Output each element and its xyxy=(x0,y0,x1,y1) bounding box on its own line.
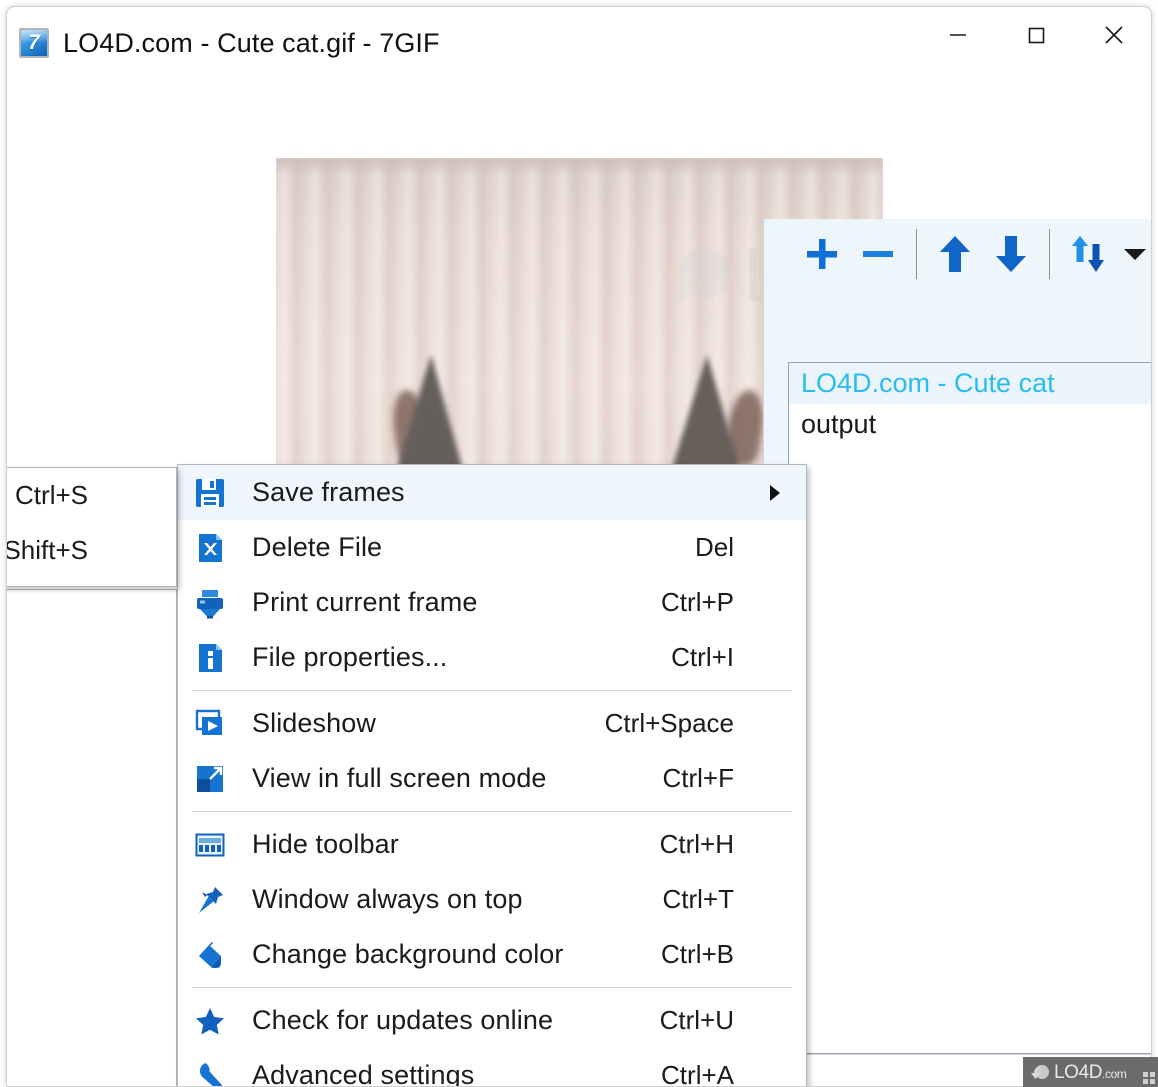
frames-toolbar xyxy=(764,219,1151,289)
menu-item-accel: Ctrl+U xyxy=(659,1005,734,1035)
list-item-label: output xyxy=(801,409,877,439)
menu-item-accel: Del xyxy=(694,532,734,562)
minimize-icon xyxy=(950,34,966,36)
badge-dots xyxy=(1143,1072,1155,1084)
app-7gif-icon: 7 xyxy=(19,28,49,58)
submenu-item-accel: Shift+S xyxy=(7,535,88,565)
menu-item-accel: Ctrl+T xyxy=(662,884,735,914)
menu-item-save-frames[interactable]: Save frames xyxy=(178,465,806,520)
menu-item-slideshow[interactable]: Slideshow Ctrl+Space xyxy=(178,696,806,751)
save-frames-submenu[interactable]: Ctrl+S Shift+S xyxy=(7,467,177,587)
photo-top-shade xyxy=(276,158,883,174)
toolbar-separator xyxy=(915,229,917,279)
window-title: LO4D.com - Cute cat.gif - 7GIF xyxy=(63,27,440,58)
file-info-icon xyxy=(178,630,234,685)
close-button[interactable] xyxy=(1075,7,1151,63)
sort-updown-icon xyxy=(1071,236,1104,272)
move-down-button[interactable] xyxy=(983,226,1039,282)
plus-icon xyxy=(806,239,837,269)
app-root: 7 LO4D.com - Cute cat.gif - 7GIF LO4D.co… xyxy=(0,0,1158,1087)
minimize-button[interactable] xyxy=(919,7,997,63)
menu-item-change-background-color[interactable]: Change background color Ctrl+B xyxy=(178,927,806,982)
menu-item-label: Delete File xyxy=(252,532,383,562)
file-delete-icon xyxy=(178,520,234,575)
circular-arrow-icon xyxy=(1031,1065,1049,1079)
list-item[interactable]: output xyxy=(789,404,1151,445)
move-up-button[interactable] xyxy=(927,226,983,282)
submenu-item[interactable]: Shift+S xyxy=(7,523,176,578)
chevron-down-icon xyxy=(1124,249,1147,260)
close-icon xyxy=(1105,26,1123,44)
pushpin-icon xyxy=(178,872,234,927)
application-window: 7 LO4D.com - Cute cat.gif - 7GIF LO4D.co… xyxy=(6,6,1152,1087)
menu-item-label: Window always on top xyxy=(252,884,523,914)
menu-item-delete-file[interactable]: Delete File Del xyxy=(178,520,806,575)
menu-item-label: Save frames xyxy=(252,477,405,507)
frames-list[interactable]: LO4D.com - Cute cat output xyxy=(788,362,1151,1054)
menu-item-label: Check for updates online xyxy=(252,1005,554,1035)
menu-item-label: Advanced settings xyxy=(252,1060,475,1087)
maximize-icon xyxy=(1028,27,1045,44)
sort-dropdown-button[interactable] xyxy=(1116,226,1151,282)
title-bar-left: 7 LO4D.com - Cute cat.gif - 7GIF xyxy=(7,28,919,59)
window-controls xyxy=(919,7,1151,79)
menu-separator xyxy=(192,690,792,691)
menu-separator xyxy=(192,987,792,988)
star-icon xyxy=(178,993,234,1048)
lo4d-badge-text: LO4D.com xyxy=(1054,1061,1127,1083)
arrow-down-icon xyxy=(995,236,1026,272)
list-item[interactable]: LO4D.com - Cute cat xyxy=(789,363,1151,404)
submenu-item-accel: Ctrl+S xyxy=(15,480,88,510)
menu-item-print-current-frame[interactable]: Print current frame Ctrl+P xyxy=(178,575,806,630)
menu-item-label: Print current frame xyxy=(252,587,478,617)
toolbar-icon xyxy=(178,817,234,872)
menu-item-label: File properties... xyxy=(252,642,448,672)
maximize-button[interactable] xyxy=(997,7,1075,63)
menu-item-file-properties[interactable]: File properties... Ctrl+I xyxy=(178,630,806,685)
menu-item-label: View in full screen mode xyxy=(252,763,547,793)
menu-item-accel: Ctrl+I xyxy=(671,642,734,672)
lo4d-badge-glyph xyxy=(1029,1061,1051,1083)
submenu-item[interactable]: Ctrl+S xyxy=(7,468,176,523)
menu-item-advanced-settings[interactable]: Advanced settings Ctrl+A xyxy=(178,1048,806,1087)
context-menu[interactable]: Save frames Delete File Del Print curren… xyxy=(177,464,807,1087)
paint-bucket-icon xyxy=(178,927,234,982)
menu-item-accel: Ctrl+H xyxy=(659,829,734,859)
title-bar: 7 LO4D.com - Cute cat.gif - 7GIF xyxy=(7,7,1151,79)
menu-item-label: Hide toolbar xyxy=(252,829,399,859)
menu-item-accel: Ctrl+Space xyxy=(604,708,734,738)
arrow-up-icon xyxy=(939,236,970,272)
icon-label: 7 xyxy=(28,30,40,54)
remove-frame-button[interactable] xyxy=(850,226,906,282)
fullscreen-icon xyxy=(178,751,234,806)
menu-item-accel: Ctrl+P xyxy=(661,587,734,617)
wrench-icon xyxy=(178,1048,234,1086)
menu-item-hide-toolbar[interactable]: Hide toolbar Ctrl+H xyxy=(178,817,806,872)
toolbar-separator-2 xyxy=(1048,229,1050,279)
submenu-arrow-icon xyxy=(770,484,780,501)
menu-item-accel: Ctrl+A xyxy=(661,1060,734,1087)
printer-icon xyxy=(178,575,234,630)
image-viewport[interactable]: LO4D.com - Cute cat output Ctrl+S Shift+… xyxy=(7,79,1151,1087)
floppy-disk-icon xyxy=(178,465,234,520)
slideshow-icon xyxy=(178,696,234,751)
lo4d-badge: LO4D.com xyxy=(1023,1057,1158,1087)
menu-separator xyxy=(192,811,792,812)
add-frame-button[interactable] xyxy=(794,226,850,282)
submenu-body-panel xyxy=(7,589,177,1086)
minus-icon xyxy=(862,251,893,257)
menu-item-view-full-screen[interactable]: View in full screen mode Ctrl+F xyxy=(178,751,806,806)
menu-item-accel: Ctrl+F xyxy=(662,763,735,793)
sort-button[interactable] xyxy=(1060,226,1116,282)
menu-item-accel: Ctrl+B xyxy=(661,939,734,969)
menu-item-check-for-updates[interactable]: Check for updates online Ctrl+U xyxy=(178,993,806,1048)
menu-item-label: Change background color xyxy=(252,939,564,969)
menu-item-window-always-on-top[interactable]: Window always on top Ctrl+T xyxy=(178,872,806,927)
list-item-label: LO4D.com - Cute cat xyxy=(801,368,1055,398)
menu-item-label: Slideshow xyxy=(252,708,376,738)
frames-panel: LO4D.com - Cute cat output xyxy=(763,219,1151,1086)
